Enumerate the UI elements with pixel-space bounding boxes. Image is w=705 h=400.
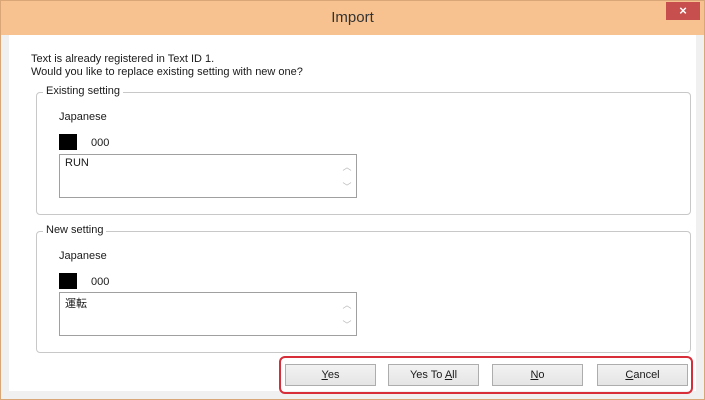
new-setting-label: New setting xyxy=(43,224,107,236)
close-icon: × xyxy=(679,3,687,18)
new-language-label: Japanese xyxy=(59,250,107,262)
existing-color-code: 000 xyxy=(91,137,110,149)
scroll-down-icon[interactable]: ﹀ xyxy=(339,318,355,331)
existing-color-swatch[interactable] xyxy=(59,134,77,150)
new-text-value: 運転 xyxy=(65,298,87,310)
existing-setting-label: Existing setting xyxy=(43,85,123,97)
scroll-up-icon[interactable]: ︿ xyxy=(339,298,355,311)
close-button[interactable]: × xyxy=(666,2,700,20)
new-text-scrollbar[interactable]: ︿ ﹀ xyxy=(339,294,355,334)
existing-text-scrollbar[interactable]: ︿ ﹀ xyxy=(339,156,355,196)
message-text: Text is already registered in Text ID 1.… xyxy=(31,53,303,79)
buttons-highlight-box xyxy=(279,356,693,394)
new-setting-group: New setting Japanese 000 運転 ︿ ﹀ xyxy=(36,224,691,353)
dialog-title: Import xyxy=(331,9,374,26)
import-dialog: Import × Text is already registered in T… xyxy=(0,0,705,400)
new-text-box[interactable]: 運転 ︿ ﹀ xyxy=(59,292,357,336)
message-line-2: Would you like to replace existing setti… xyxy=(31,66,303,78)
title-bar: Import × xyxy=(1,1,704,35)
existing-language-label: Japanese xyxy=(59,111,107,123)
new-color-swatch[interactable] xyxy=(59,273,77,289)
existing-text-box[interactable]: RUN ︿ ﹀ xyxy=(59,154,357,198)
new-color-code: 000 xyxy=(91,276,110,288)
scroll-up-icon[interactable]: ︿ xyxy=(339,160,355,173)
existing-text-value: RUN xyxy=(65,157,89,169)
existing-setting-group: Existing setting Japanese 000 RUN ︿ ﹀ xyxy=(36,85,691,215)
message-line-1: Text is already registered in Text ID 1. xyxy=(31,53,215,65)
scroll-down-icon[interactable]: ﹀ xyxy=(339,180,355,193)
